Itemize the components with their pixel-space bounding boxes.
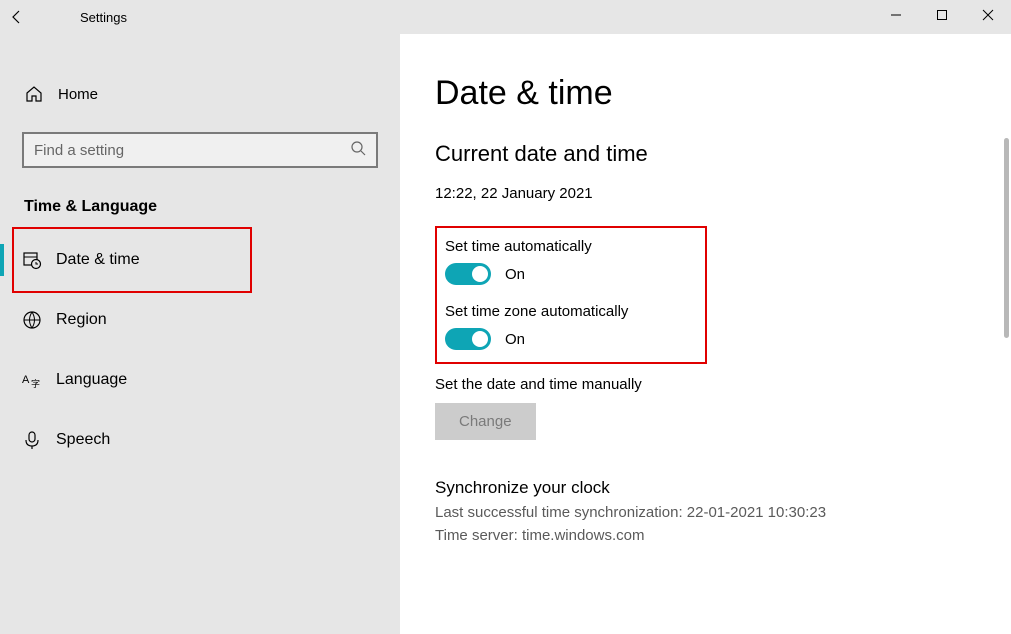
sidebar-item-label: Speech: [56, 431, 110, 449]
scrollbar[interactable]: [1004, 138, 1009, 614]
sidebar-section-header: Time & Language: [0, 168, 400, 234]
sidebar-item-date-time[interactable]: Date & time: [0, 238, 400, 282]
sidebar: Home Find a setting Time & Language Date…: [0, 34, 400, 634]
search-input[interactable]: Find a setting: [22, 132, 378, 168]
sidebar-item-label: Date & time: [56, 251, 140, 269]
set-time-auto-toggle[interactable]: [445, 263, 491, 285]
set-tz-auto-label: Set time zone automatically: [445, 303, 691, 320]
content-area: Date & time Current date and time 12:22,…: [400, 34, 1011, 634]
microphone-icon: [22, 430, 42, 450]
minimize-button[interactable]: [873, 0, 919, 30]
toggle-state: On: [505, 331, 525, 348]
set-time-auto-label: Set time automatically: [445, 238, 691, 255]
manual-label: Set the date and time manually: [435, 376, 975, 393]
window-title: Settings: [80, 10, 127, 25]
svg-text:A: A: [22, 374, 30, 386]
sync-heading: Synchronize your clock: [435, 478, 975, 498]
annotation-box: Set time automatically On Set time zone …: [435, 226, 707, 364]
sidebar-home[interactable]: Home: [0, 74, 400, 114]
sidebar-home-label: Home: [58, 86, 98, 103]
titlebar: Settings: [0, 0, 1011, 34]
language-icon: A字: [22, 370, 42, 390]
back-button[interactable]: [0, 0, 34, 34]
change-button[interactable]: Change: [435, 403, 536, 440]
sidebar-item-speech[interactable]: Speech: [0, 418, 400, 462]
sidebar-item-region[interactable]: Region: [0, 298, 400, 342]
search-placeholder: Find a setting: [34, 142, 124, 159]
sync-last: Last successful time synchronization: 22…: [435, 504, 975, 521]
current-date-value: 12:22, 22 January 2021: [435, 185, 975, 202]
set-tz-auto-toggle[interactable]: [445, 328, 491, 350]
globe-icon: [22, 310, 42, 330]
svg-text:字: 字: [31, 378, 40, 389]
sidebar-item-label: Region: [56, 311, 107, 329]
toggle-state: On: [505, 266, 525, 283]
close-button[interactable]: [965, 0, 1011, 30]
sidebar-item-label: Language: [56, 371, 127, 389]
calendar-clock-icon: [22, 250, 42, 270]
home-icon: [24, 85, 44, 103]
sync-server: Time server: time.windows.com: [435, 527, 975, 544]
current-date-heading: Current date and time: [435, 141, 975, 167]
search-icon: [350, 140, 366, 161]
page-title: Date & time: [435, 74, 975, 113]
maximize-button[interactable]: [919, 0, 965, 30]
sidebar-item-language[interactable]: A字 Language: [0, 358, 400, 402]
